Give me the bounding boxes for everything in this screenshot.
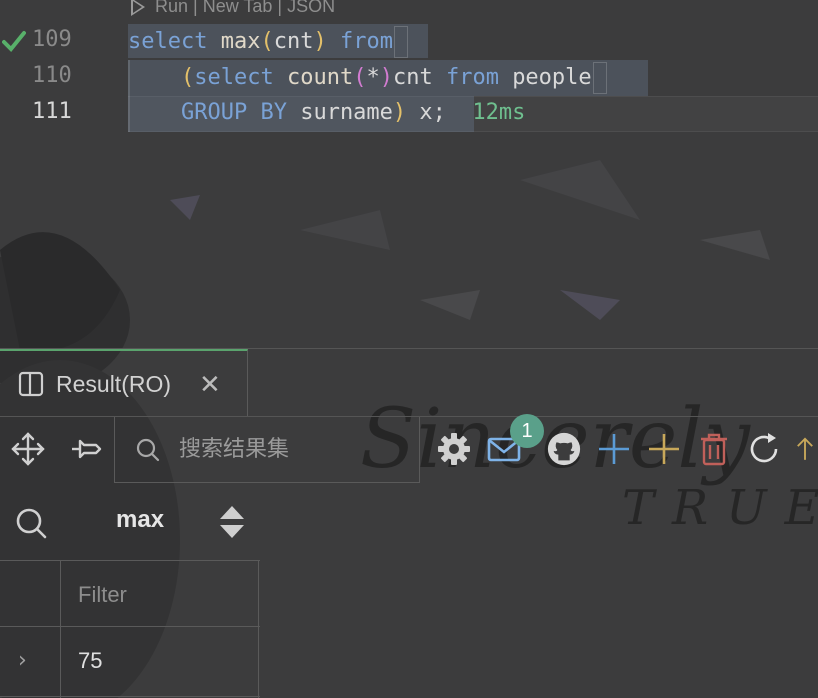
grid-line xyxy=(0,696,260,697)
trash-icon[interactable] xyxy=(696,431,732,467)
tab-result[interactable]: Result(RO) ✕ xyxy=(0,349,248,417)
paren: ( xyxy=(180,65,195,90)
arrow-up-icon[interactable] xyxy=(792,431,818,467)
table-name: people xyxy=(512,65,592,90)
identifier: cnt xyxy=(273,29,314,54)
sql-editor[interactable]: Run | New Tab | JSON 109 110 111 select … xyxy=(0,0,818,348)
chevron-right-icon[interactable]: › xyxy=(18,648,27,673)
bracket-marker xyxy=(393,26,408,58)
paren: ) xyxy=(379,65,393,90)
codelens-actions[interactable]: Run | New Tab | JSON xyxy=(131,0,335,17)
search-input[interactable] xyxy=(177,436,401,463)
result-search-box[interactable] xyxy=(114,417,420,483)
keyword: select xyxy=(194,65,274,90)
result-toolbar xyxy=(0,416,818,487)
move-icon[interactable] xyxy=(10,431,46,467)
identifier: cnt xyxy=(392,65,433,90)
column-header-row: max xyxy=(0,486,818,560)
grid-line xyxy=(258,560,259,698)
line-number: 111 xyxy=(32,99,72,124)
code-line-109[interactable]: select max(cnt) from xyxy=(128,26,408,58)
search-icon xyxy=(136,438,160,461)
paren: ( xyxy=(260,29,274,54)
paren: ) xyxy=(313,29,327,54)
column-filter-input[interactable]: Filter xyxy=(78,582,127,608)
line-number: 109 xyxy=(32,27,72,52)
identifier: surname xyxy=(300,100,393,125)
paren: ( xyxy=(353,65,367,90)
run-icon[interactable] xyxy=(131,0,145,16)
bracket-marker xyxy=(592,62,607,94)
grid-line xyxy=(0,560,260,561)
keyword: from xyxy=(339,29,393,54)
github-icon[interactable] xyxy=(546,431,582,467)
grid-line xyxy=(60,560,61,698)
gear-icon[interactable] xyxy=(436,431,472,467)
keyword: from xyxy=(445,65,499,90)
add-column-icon[interactable] xyxy=(646,431,682,467)
tab-label: Result(RO) xyxy=(56,370,172,397)
notification-badge: 1 xyxy=(510,414,544,448)
sort-icon[interactable] xyxy=(218,504,246,540)
panel-layout-icon xyxy=(18,371,44,397)
search-icon[interactable] xyxy=(14,506,48,540)
function-name: max xyxy=(220,29,261,54)
grid-line xyxy=(0,626,260,627)
result-tabs-bar: Result(RO) ✕ xyxy=(0,348,818,417)
keyword: select xyxy=(128,29,208,54)
paren: ) xyxy=(392,100,407,125)
result-grid: Filter › 75 xyxy=(0,560,260,698)
identifier: x; xyxy=(419,100,446,125)
code-line-111[interactable]: GROUP BY surname) x; 12ms xyxy=(128,98,525,128)
operator: * xyxy=(366,65,380,90)
function-name: count xyxy=(286,65,354,90)
pin-icon[interactable] xyxy=(68,431,104,467)
column-header-max[interactable]: max xyxy=(116,506,164,534)
code-line-110[interactable]: (select count(*)cnt from people xyxy=(128,62,607,94)
checkmark-icon xyxy=(2,31,26,52)
add-row-icon[interactable] xyxy=(596,431,632,467)
keyword: GROUP BY xyxy=(180,100,287,125)
codelens-text[interactable]: Run | New Tab | JSON xyxy=(155,0,335,17)
line-number: 110 xyxy=(32,63,72,88)
table-cell[interactable]: 75 xyxy=(78,648,102,674)
close-icon[interactable]: ✕ xyxy=(199,369,221,400)
refresh-icon[interactable] xyxy=(746,431,782,467)
execution-duration: 12ms xyxy=(472,100,526,125)
